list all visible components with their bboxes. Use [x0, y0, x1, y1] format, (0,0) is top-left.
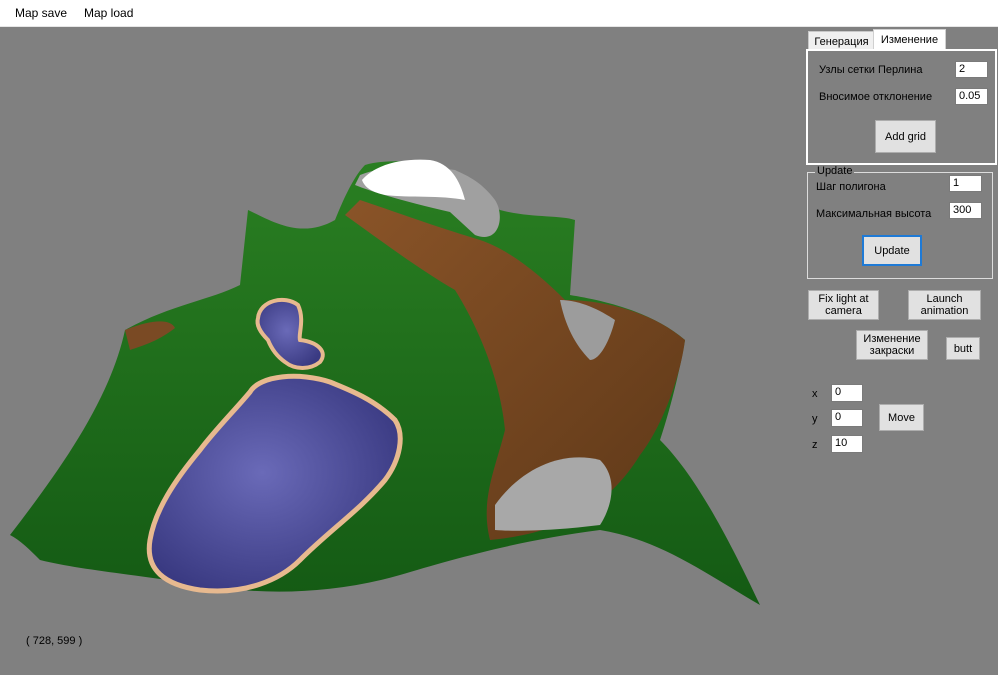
move-button[interactable]: Move — [879, 404, 924, 431]
z-label: z — [812, 439, 818, 451]
cursor-coordinates: ( 728, 599 ) — [26, 635, 83, 647]
perlin-nodes-input[interactable]: 2 — [955, 61, 988, 78]
z-input[interactable]: 10 — [831, 435, 863, 453]
fix-light-button[interactable]: Fix light at camera — [808, 290, 879, 320]
x-label: x — [812, 388, 818, 400]
perlin-nodes-label: Узлы сетки Перлина — [819, 64, 923, 76]
terrain-render — [10, 159, 760, 605]
update-button[interactable]: Update — [862, 235, 922, 266]
tab-generation[interactable]: Генерация — [808, 31, 875, 51]
deviation-input[interactable]: 0.05 — [955, 88, 988, 105]
butt-button[interactable]: butt — [946, 337, 980, 360]
y-input[interactable]: 0 — [831, 409, 863, 427]
deviation-label: Вносимое отклонение — [819, 91, 933, 103]
polygon-step-label: Шаг полигона — [816, 181, 886, 193]
change-coloring-button[interactable]: Изменение закраски — [856, 330, 928, 360]
tab-change[interactable]: Изменение — [873, 29, 946, 51]
x-input[interactable]: 0 — [831, 384, 863, 402]
polygon-step-input[interactable]: 1 — [949, 175, 982, 192]
menu-bar: Map save Map load — [0, 0, 998, 27]
max-height-label: Максимальная высота — [816, 208, 932, 220]
add-grid-button[interactable]: Add grid — [875, 120, 936, 153]
launch-animation-button[interactable]: Launch animation — [908, 290, 981, 320]
terrain-viewport[interactable]: ( 728, 599 ) — [0, 27, 800, 675]
update-group-title: Update — [815, 165, 855, 177]
menu-map-save[interactable]: Map save — [8, 0, 74, 26]
y-label: y — [812, 413, 818, 425]
menu-map-load[interactable]: Map load — [77, 0, 140, 26]
max-height-input[interactable]: 300 — [949, 202, 982, 219]
